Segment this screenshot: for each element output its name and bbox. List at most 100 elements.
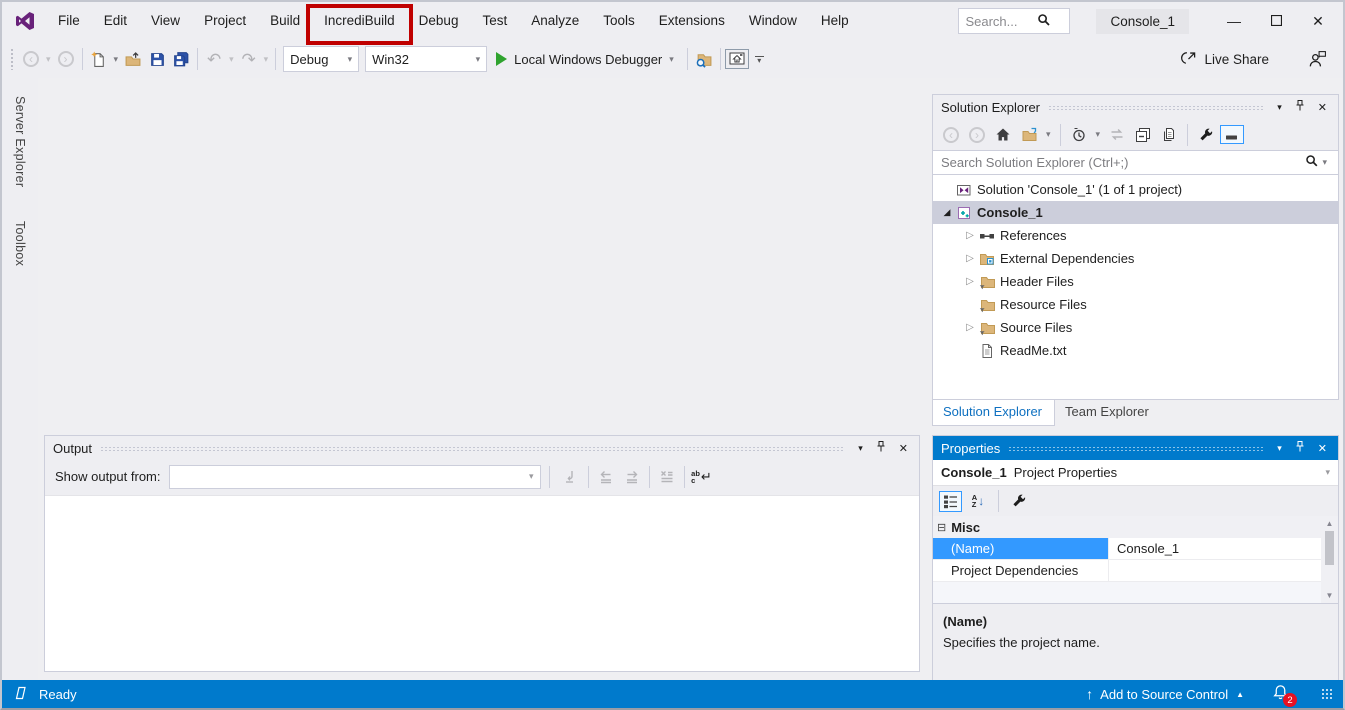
menu-analyze[interactable]: Analyze [519, 2, 591, 40]
quick-search-input[interactable] [965, 14, 1037, 29]
solution-explorer-sync-icon[interactable] [725, 49, 749, 69]
switch-views-icon[interactable] [1017, 122, 1041, 148]
dock-tab-server-explorer[interactable]: Server Explorer [13, 92, 27, 191]
quick-search-box[interactable] [958, 8, 1070, 34]
undo-icon[interactable]: ↶ [202, 46, 226, 72]
tree-expander-icon[interactable]: ▷ [962, 230, 978, 241]
pin-icon[interactable] [1289, 99, 1311, 115]
tree-item-header-files[interactable]: ▷Header Files [933, 270, 1338, 293]
switch-views-dropdown-icon[interactable]: ▾ [1043, 129, 1054, 140]
search-options-dropdown-icon[interactable]: ▾ [1319, 157, 1330, 168]
filter-dropdown-icon[interactable]: ▾ [1093, 129, 1104, 140]
menu-help[interactable]: Help [809, 2, 861, 40]
tree-item-console-1[interactable]: ◢Console_1 [933, 201, 1338, 224]
window-position-icon[interactable]: ▾ [1272, 102, 1287, 113]
tree-expander-icon[interactable]: ▷ [962, 276, 978, 287]
toolbar-options-icon[interactable]: ▾ [755, 56, 764, 63]
redo-icon[interactable]: ↷ [237, 46, 261, 72]
output-content[interactable] [45, 495, 919, 671]
scrollbar-thumb[interactable] [1325, 531, 1334, 565]
categorized-view-button[interactable] [939, 491, 962, 512]
tree-item-readme-txt[interactable]: ReadMe.txt [933, 339, 1338, 362]
configuration-dropdown[interactable]: Debug▾ [283, 46, 359, 72]
menu-build[interactable]: Build [258, 2, 312, 40]
tree-expander-icon[interactable]: ▷ [962, 253, 978, 264]
window-position-icon[interactable]: ▾ [1272, 443, 1287, 454]
category-row-misc[interactable]: ⊟ Misc [933, 516, 1338, 538]
sync-with-active-document-icon[interactable] [1105, 122, 1129, 148]
word-wrap-icon[interactable]: abc↵ [689, 465, 715, 489]
menu-incredibuild[interactable]: IncrediBuild [312, 2, 407, 40]
scroll-down-icon[interactable]: ▼ [1326, 588, 1334, 603]
solution-explorer-search-input[interactable] [941, 155, 1305, 170]
resize-grip[interactable] [1321, 688, 1333, 700]
property-row-project-dependencies[interactable]: Project Dependencies [933, 560, 1321, 582]
run-dropdown-icon[interactable]: ▾ [666, 54, 677, 65]
properties-header[interactable]: Properties ▾ ✕ [933, 436, 1338, 460]
toolbar-drag-handle[interactable] [10, 48, 15, 70]
save-icon[interactable] [145, 46, 169, 72]
navigate-back-button[interactable]: ‹ [19, 46, 43, 72]
tree-item-resource-files[interactable]: Resource Files [933, 293, 1338, 316]
tree-item-external-dependencies[interactable]: ▷External Dependencies [933, 247, 1338, 270]
menu-debug[interactable]: Debug [407, 2, 471, 40]
open-file-icon[interactable] [121, 46, 145, 72]
tree-item-references[interactable]: ▷References [933, 224, 1338, 247]
pin-icon[interactable] [1289, 440, 1311, 456]
save-all-icon[interactable] [169, 46, 193, 72]
properties-scrollbar[interactable]: ▲ ▼ [1321, 516, 1338, 603]
add-to-source-control-button[interactable]: Add to Source Control [1100, 687, 1228, 702]
home-icon[interactable] [991, 122, 1015, 148]
live-share-button[interactable]: Live Share [1179, 49, 1283, 69]
platform-dropdown[interactable]: Win32▾ [365, 46, 487, 72]
se-back-icon[interactable]: ‹ [939, 122, 963, 148]
tree-item-source-files[interactable]: ▷Source Files [933, 316, 1338, 339]
solution-explorer-search-box[interactable]: ▾ [933, 150, 1338, 175]
navigate-back-dropdown-icon[interactable]: ▾ [43, 54, 54, 65]
output-source-dropdown[interactable]: ▾ [169, 465, 541, 489]
property-value[interactable]: Console_1 [1109, 538, 1321, 559]
pending-changes-filter-icon[interactable] [1067, 122, 1091, 148]
scroll-up-icon[interactable]: ▲ [1326, 516, 1334, 531]
property-value[interactable] [1109, 560, 1321, 581]
tree-expander-icon[interactable]: ◢ [939, 207, 955, 218]
menu-edit[interactable]: Edit [92, 2, 139, 40]
minimize-button[interactable]: — [1213, 2, 1255, 40]
property-row-name[interactable]: (Name)Console_1 [933, 538, 1321, 560]
se-forward-icon[interactable]: › [965, 122, 989, 148]
properties-wrench-icon[interactable] [1194, 122, 1218, 148]
window-position-icon[interactable]: ▾ [853, 443, 868, 454]
pin-icon[interactable] [870, 440, 892, 456]
tab-team-explorer[interactable]: Team Explorer [1055, 400, 1161, 426]
menu-project[interactable]: Project [192, 2, 258, 40]
maximize-button[interactable] [1255, 2, 1297, 40]
dock-tab-toolbox[interactable]: Toolbox [13, 217, 27, 270]
menu-test[interactable]: Test [470, 2, 519, 40]
property-name[interactable]: (Name) [933, 538, 1109, 559]
close-button[interactable]: ✕ [1297, 2, 1339, 40]
find-in-files-icon[interactable] [692, 46, 716, 72]
tree-expander-icon[interactable]: ▷ [962, 322, 978, 333]
show-all-files-icon[interactable] [1157, 122, 1181, 148]
close-icon[interactable]: ✕ [1313, 442, 1332, 455]
property-name[interactable]: Project Dependencies [933, 560, 1109, 581]
close-icon[interactable]: ✕ [1313, 101, 1332, 114]
sign-in-user-icon[interactable] [1305, 46, 1329, 72]
properties-object-dropdown[interactable]: Console_1 Project Properties ▾ [933, 460, 1338, 486]
menu-extensions[interactable]: Extensions [647, 2, 737, 40]
menu-view[interactable]: View [139, 2, 192, 40]
menu-window[interactable]: Window [737, 2, 809, 40]
undo-dropdown-icon[interactable]: ▾ [226, 54, 237, 65]
navigate-forward-button[interactable]: › [54, 46, 78, 72]
property-pages-wrench-icon[interactable] [1007, 488, 1031, 514]
preview-selected-items-button[interactable] [1220, 125, 1244, 144]
new-file-dropdown-icon[interactable]: ▾ [111, 54, 122, 65]
menu-file[interactable]: File [46, 2, 92, 40]
redo-dropdown-icon[interactable]: ▾ [261, 54, 272, 65]
new-file-icon[interactable] [87, 46, 111, 72]
source-control-caret-icon[interactable]: ▲ [1236, 690, 1244, 699]
collapse-all-icon[interactable] [1131, 122, 1155, 148]
menu-tools[interactable]: Tools [591, 2, 647, 40]
notifications-button[interactable]: 2 [1272, 684, 1289, 704]
close-icon[interactable]: ✕ [894, 442, 913, 455]
